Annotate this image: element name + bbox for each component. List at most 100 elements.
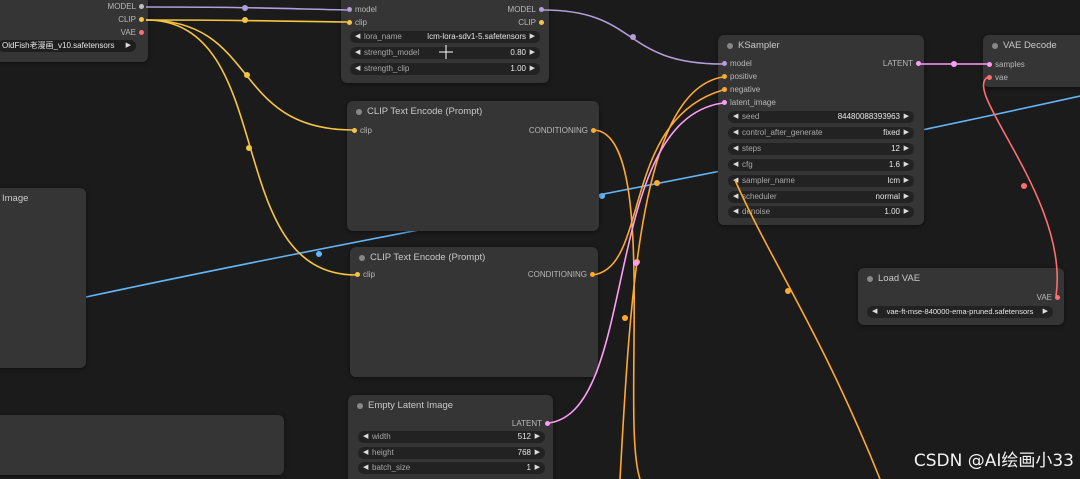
ksampler-node[interactable]: KSampler model positive negative latent_… <box>718 35 924 225</box>
positive-wire-mid[interactable] <box>634 259 640 265</box>
model-input-dot[interactable] <box>722 61 727 66</box>
clip-wire-ckpt-lora[interactable] <box>145 19 348 23</box>
node-collapse-icon[interactable] <box>992 43 998 49</box>
width-inc-icon[interactable]: ▶ <box>535 431 540 443</box>
lora-loader-node[interactable]: model clip MODEL CLIP ◀ lora_name lcm-lo… <box>341 0 549 83</box>
latent-samples-wire-mid[interactable] <box>951 61 957 67</box>
denoise-widget[interactable]: ◀ denoise 1.00 ▶ <box>728 206 914 218</box>
height-inc-icon[interactable]: ▶ <box>535 447 540 459</box>
lora-clip-output-dot[interactable] <box>539 20 544 25</box>
strength-model-dec-icon[interactable]: ◀ <box>355 47 360 59</box>
conditioning-output-dot[interactable] <box>591 128 596 133</box>
clip-text-encode-2-input-clip[interactable]: clip <box>355 269 375 281</box>
scheduler-prev-icon[interactable]: ◀ <box>733 191 738 203</box>
denoise-inc-icon[interactable]: ▶ <box>904 206 909 218</box>
scheduler-widget[interactable]: ◀ scheduler normal ▶ <box>728 191 914 203</box>
samples-input-dot[interactable] <box>987 62 992 67</box>
lora-name-prev-icon[interactable]: ◀ <box>355 31 360 43</box>
vae-decode-input-vae[interactable]: vae <box>987 72 1008 84</box>
node-collapse-icon[interactable] <box>356 109 362 115</box>
clip-text-encode-1-output-conditioning[interactable]: CONDITIONING <box>529 125 596 137</box>
ksampler-input-latent-image[interactable]: latent_image <box>722 97 776 109</box>
model-output-dot[interactable] <box>139 4 144 9</box>
ckpt-name-widget[interactable]: OldFish老漫画_v10.safetensors ▶ <box>0 40 136 52</box>
node-collapse-icon[interactable] <box>357 403 363 409</box>
control-after-generate-widget[interactable]: ◀ control_after_generate fixed ▶ <box>728 127 914 139</box>
checkpoint-output-vae[interactable]: VAE <box>121 27 144 39</box>
negative-conditioning-wire[interactable] <box>591 89 724 276</box>
empty-latent-output-latent[interactable]: LATENT <box>512 418 550 430</box>
model-wire-ckpt-lora[interactable] <box>145 6 348 11</box>
strength-model-inc-icon[interactable]: ▶ <box>530 47 535 59</box>
lora-input-model[interactable]: model <box>347 4 377 16</box>
ksampler-title[interactable]: KSampler <box>718 35 924 57</box>
cfg-widget[interactable]: ◀ cfg 1.6 ▶ <box>728 159 914 171</box>
batch-size-widget[interactable]: ◀ batch_size 1 ▶ <box>358 462 545 474</box>
denoise-dec-icon[interactable]: ◀ <box>733 206 738 218</box>
width-widget[interactable]: ◀ width 512 ▶ <box>358 431 545 443</box>
lora-model-input-dot[interactable] <box>347 7 352 12</box>
image-wire-midpoint-2[interactable] <box>599 193 605 199</box>
image-wire-midpoint[interactable] <box>316 251 322 257</box>
ksampler-input-positive[interactable]: positive <box>722 71 757 83</box>
empty-latent-image-node[interactable]: Empty Latent Image LATENT ◀ width 512 ▶ … <box>348 395 553 479</box>
strength-clip-widget[interactable]: ◀ strength_clip 1.00 ▶ <box>350 63 540 75</box>
checkpoint-output-model[interactable]: MODEL <box>108 1 144 13</box>
clip-wire-to-encode-1[interactable] <box>145 19 354 131</box>
clip-wire-to-encode-2[interactable] <box>145 19 357 276</box>
sampler-next-icon[interactable]: ▶ <box>904 175 909 187</box>
clip-wire-to-encode-2-mid[interactable] <box>246 145 252 151</box>
checkpoint-loader-node[interactable]: MODEL CLIP VAE OldFish老漫画_v10.safetensor… <box>0 0 148 62</box>
ksampler-input-model[interactable]: model <box>722 58 752 70</box>
strength-clip-dec-icon[interactable]: ◀ <box>355 63 360 75</box>
batch-size-inc-icon[interactable]: ▶ <box>535 462 540 474</box>
negative-wire-mid-2[interactable] <box>622 315 628 321</box>
vae-decode-title[interactable]: VAE Decode <box>983 35 1080 57</box>
ksampler-output-latent[interactable]: LATENT <box>883 58 921 70</box>
checkpoint-output-clip[interactable]: CLIP <box>118 14 144 26</box>
vae-wire-mid[interactable] <box>1021 183 1027 189</box>
negative-wire-mid[interactable] <box>654 180 660 186</box>
clip-text-encode-2-title[interactable]: CLIP Text Encode (Prompt) <box>350 247 598 269</box>
clip-text-encode-node-1[interactable]: CLIP Text Encode (Prompt) clip CONDITION… <box>347 101 599 231</box>
positive-conditioning-wire[interactable] <box>592 129 641 479</box>
clip-text-encode-node-2[interactable]: CLIP Text Encode (Prompt) clip CONDITION… <box>350 247 598 377</box>
model-wire-ckpt-lora-mid[interactable] <box>242 5 248 11</box>
clip-text-encode-1-title[interactable]: CLIP Text Encode (Prompt) <box>347 101 599 123</box>
positive-input-dot[interactable] <box>722 74 727 79</box>
lora-output-clip[interactable]: CLIP <box>518 17 544 29</box>
lora-output-model[interactable]: MODEL <box>508 4 544 16</box>
height-widget[interactable]: ◀ height 768 ▶ <box>358 447 545 459</box>
steps-dec-icon[interactable]: ◀ <box>733 143 738 155</box>
vae-name-widget[interactable]: ◀ vae-ft-mse-840000-ema-pruned.safetenso… <box>867 306 1053 318</box>
clip-wire-to-encode-1-mid[interactable] <box>244 72 250 78</box>
lora-clip-input-dot[interactable] <box>347 20 352 25</box>
load-vae-output-dot[interactable] <box>1055 295 1060 300</box>
lora-model-output-dot[interactable] <box>539 7 544 12</box>
empty-latent-title[interactable]: Empty Latent Image <box>348 395 553 417</box>
latent-output-dot[interactable] <box>545 421 550 426</box>
seed-widget[interactable]: ◀ seed 84480088393963 ▶ <box>728 111 914 123</box>
negative-input-dot[interactable] <box>722 87 727 92</box>
strength-clip-inc-icon[interactable]: ▶ <box>530 63 535 75</box>
model-wire-lora-ksampler[interactable] <box>542 9 724 65</box>
node-collapse-icon[interactable] <box>867 276 873 282</box>
control-next-icon[interactable]: ▶ <box>904 127 909 139</box>
latent-image-wire-mid[interactable] <box>633 260 639 266</box>
steps-widget[interactable]: ◀ steps 12 ▶ <box>728 143 914 155</box>
conditioning-output-dot[interactable] <box>590 272 595 277</box>
control-prev-icon[interactable]: ◀ <box>733 127 738 139</box>
lora-name-next-icon[interactable]: ▶ <box>530 31 535 43</box>
batch-size-dec-icon[interactable]: ◀ <box>363 462 368 474</box>
clip-input-dot[interactable] <box>355 272 360 277</box>
cfg-dec-icon[interactable]: ◀ <box>733 159 738 171</box>
positive-conditioning-wire-2[interactable] <box>619 76 724 479</box>
lora-input-clip[interactable]: clip <box>347 17 367 29</box>
node-collapse-icon[interactable] <box>359 255 365 261</box>
clip-text-encode-2-output-conditioning[interactable]: CONDITIONING <box>528 269 595 281</box>
vae-decode-node[interactable]: VAE Decode samples vae <box>983 35 1080 87</box>
seed-inc-icon[interactable]: ▶ <box>904 111 909 123</box>
scheduler-next-icon[interactable]: ▶ <box>904 191 909 203</box>
sampler-prev-icon[interactable]: ◀ <box>733 175 738 187</box>
vae-output-dot[interactable] <box>139 30 144 35</box>
